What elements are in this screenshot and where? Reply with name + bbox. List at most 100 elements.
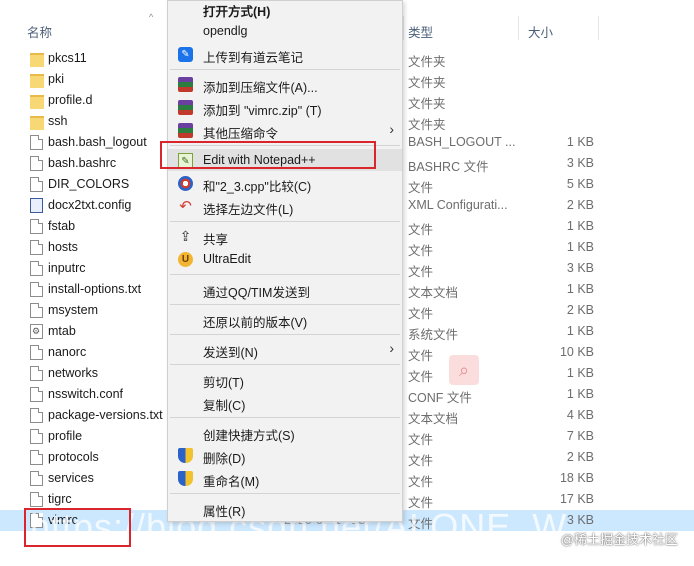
file-icon — [30, 261, 43, 276]
menu-item[interactable]: 重命名(M) — [168, 467, 402, 489]
file-size: 10 KB — [559, 345, 594, 359]
menu-item[interactable]: 打开方式(H) — [168, 0, 402, 19]
file-icon — [30, 135, 43, 150]
menu-item-label: 删除(D) — [203, 452, 246, 466]
file-type: XML Configurati... — [408, 198, 508, 212]
file-name: services — [48, 471, 94, 485]
menu-separator — [170, 364, 400, 365]
menu-item[interactable]: 其他压缩命令 › — [168, 119, 402, 141]
menu-item[interactable]: 删除(D) — [168, 444, 402, 466]
menu-item-label: opendlg — [203, 24, 248, 38]
menu-item[interactable]: ⇪ 共享 — [168, 225, 402, 248]
menu-item[interactable]: 和"2_3.cpp"比较(C) — [168, 172, 402, 194]
file-type: 文件 — [408, 349, 434, 363]
menu-item[interactable]: ✎ 上传到有道云笔记 — [168, 43, 402, 65]
menu-item-label: 添加到压缩文件(A)... — [203, 81, 318, 95]
menu-separator — [170, 304, 400, 305]
file-size: 1 KB — [566, 282, 594, 296]
menu-item-label: 复制(C) — [203, 399, 246, 413]
winrar-icon — [178, 123, 193, 138]
config-file-icon — [30, 198, 43, 213]
file-type: 文件 — [408, 496, 434, 510]
file-name: mtab — [48, 324, 76, 338]
undo-arrow-icon: ↶ — [179, 198, 192, 215]
menu-item-label: 和"2_3.cpp"比较(C) — [203, 180, 312, 194]
menu-item[interactable]: opendlg — [168, 20, 402, 42]
file-size: 1 KB — [566, 387, 594, 401]
file-name: pki — [48, 72, 64, 86]
file-name: tigrc — [48, 492, 72, 506]
file-type: CONF 文件 — [408, 391, 472, 405]
file-size: 7 KB — [566, 429, 594, 443]
menu-item-label: 共享 — [203, 233, 229, 247]
file-icon — [30, 303, 43, 318]
sort-up-icon: ^ — [149, 12, 154, 22]
file-name: docx2txt.config — [48, 198, 132, 212]
file-type: BASHRC 文件 — [408, 160, 489, 174]
system-file-icon — [30, 324, 43, 339]
file-icon — [30, 387, 43, 402]
menu-separator — [170, 417, 400, 418]
menu-separator — [170, 274, 400, 275]
file-icon — [30, 450, 43, 465]
file-size: 1 KB — [566, 219, 594, 233]
context-menu: 打开方式(H) opendlg ✎ 上传到有道云笔记添加到压缩文件(A)... 添加到 … — [167, 0, 403, 522]
menu-item[interactable]: ↶ 选择左边文件(L) — [168, 195, 402, 217]
file-size: 2 KB — [566, 198, 594, 212]
shield-icon — [178, 471, 193, 486]
folder-icon — [30, 95, 44, 109]
file-name: package-versions.txt — [48, 408, 163, 422]
notepadpp-highlight-box — [160, 141, 376, 169]
file-type: 文件 — [408, 244, 434, 258]
file-icon — [30, 177, 43, 192]
file-icon — [30, 408, 43, 423]
file-type: 文件 — [408, 433, 434, 447]
menu-item-label: 剪切(T) — [203, 376, 244, 390]
ultraedit-icon: U — [178, 252, 193, 267]
file-type: 文件 — [408, 370, 434, 384]
winrar-icon — [178, 100, 193, 115]
file-type: 文件 — [408, 223, 434, 237]
menu-item-label: UltraEdit — [203, 252, 251, 266]
file-size: 3 KB — [566, 156, 594, 170]
menu-item[interactable]: 属性(R) — [168, 497, 402, 519]
file-size: 1 KB — [566, 135, 594, 149]
menu-item[interactable]: 添加到压缩文件(A)... — [168, 73, 402, 95]
menu-separator — [170, 493, 400, 494]
menu-item[interactable]: 通过QQ/TIM发送到 — [168, 278, 402, 300]
file-type: 文件 — [408, 475, 434, 489]
file-icon — [30, 345, 43, 360]
file-type: 文件夹 — [408, 118, 446, 132]
file-size: 2 KB — [566, 303, 594, 317]
menu-item[interactable]: U UltraEdit — [168, 248, 402, 270]
file-type: 文件 — [408, 307, 434, 321]
menu-item[interactable]: 添加到 "vimrc.zip" (T) — [168, 96, 402, 118]
file-name: hosts — [48, 240, 78, 254]
file-type: BASH_LOGOUT ... — [408, 135, 516, 149]
menu-item[interactable]: 复制(C) — [168, 391, 402, 413]
file-icon — [30, 471, 43, 486]
column-size[interactable]: 大小 — [528, 22, 553, 41]
file-size: 4 KB — [566, 408, 594, 422]
file-name: profile.d — [48, 93, 93, 107]
folder-icon — [30, 74, 44, 88]
file-size: 1 KB — [566, 324, 594, 338]
chevron-right-icon: › — [389, 121, 394, 137]
menu-item[interactable]: 还原以前的版本(V) — [168, 308, 402, 330]
menu-item[interactable]: 创建快捷方式(S) — [168, 421, 402, 443]
file-icon — [30, 240, 43, 255]
menu-item[interactable]: 剪切(T) — [168, 368, 402, 390]
file-size: 3 KB — [566, 513, 594, 527]
file-icon — [30, 282, 43, 297]
file-icon — [30, 429, 43, 444]
menu-item-label: 属性(R) — [203, 505, 246, 519]
column-name[interactable]: 名称 — [27, 22, 52, 41]
file-type: 文本文档 — [408, 412, 459, 426]
column-divider[interactable] — [403, 16, 404, 40]
column-divider[interactable] — [598, 16, 599, 40]
column-divider[interactable] — [518, 16, 519, 40]
search-icon: ⌕ — [449, 355, 479, 385]
column-type[interactable]: 类型 — [408, 22, 433, 41]
file-type: 文件 — [408, 454, 434, 468]
menu-item[interactable]: 发送到(N) › — [168, 338, 402, 360]
